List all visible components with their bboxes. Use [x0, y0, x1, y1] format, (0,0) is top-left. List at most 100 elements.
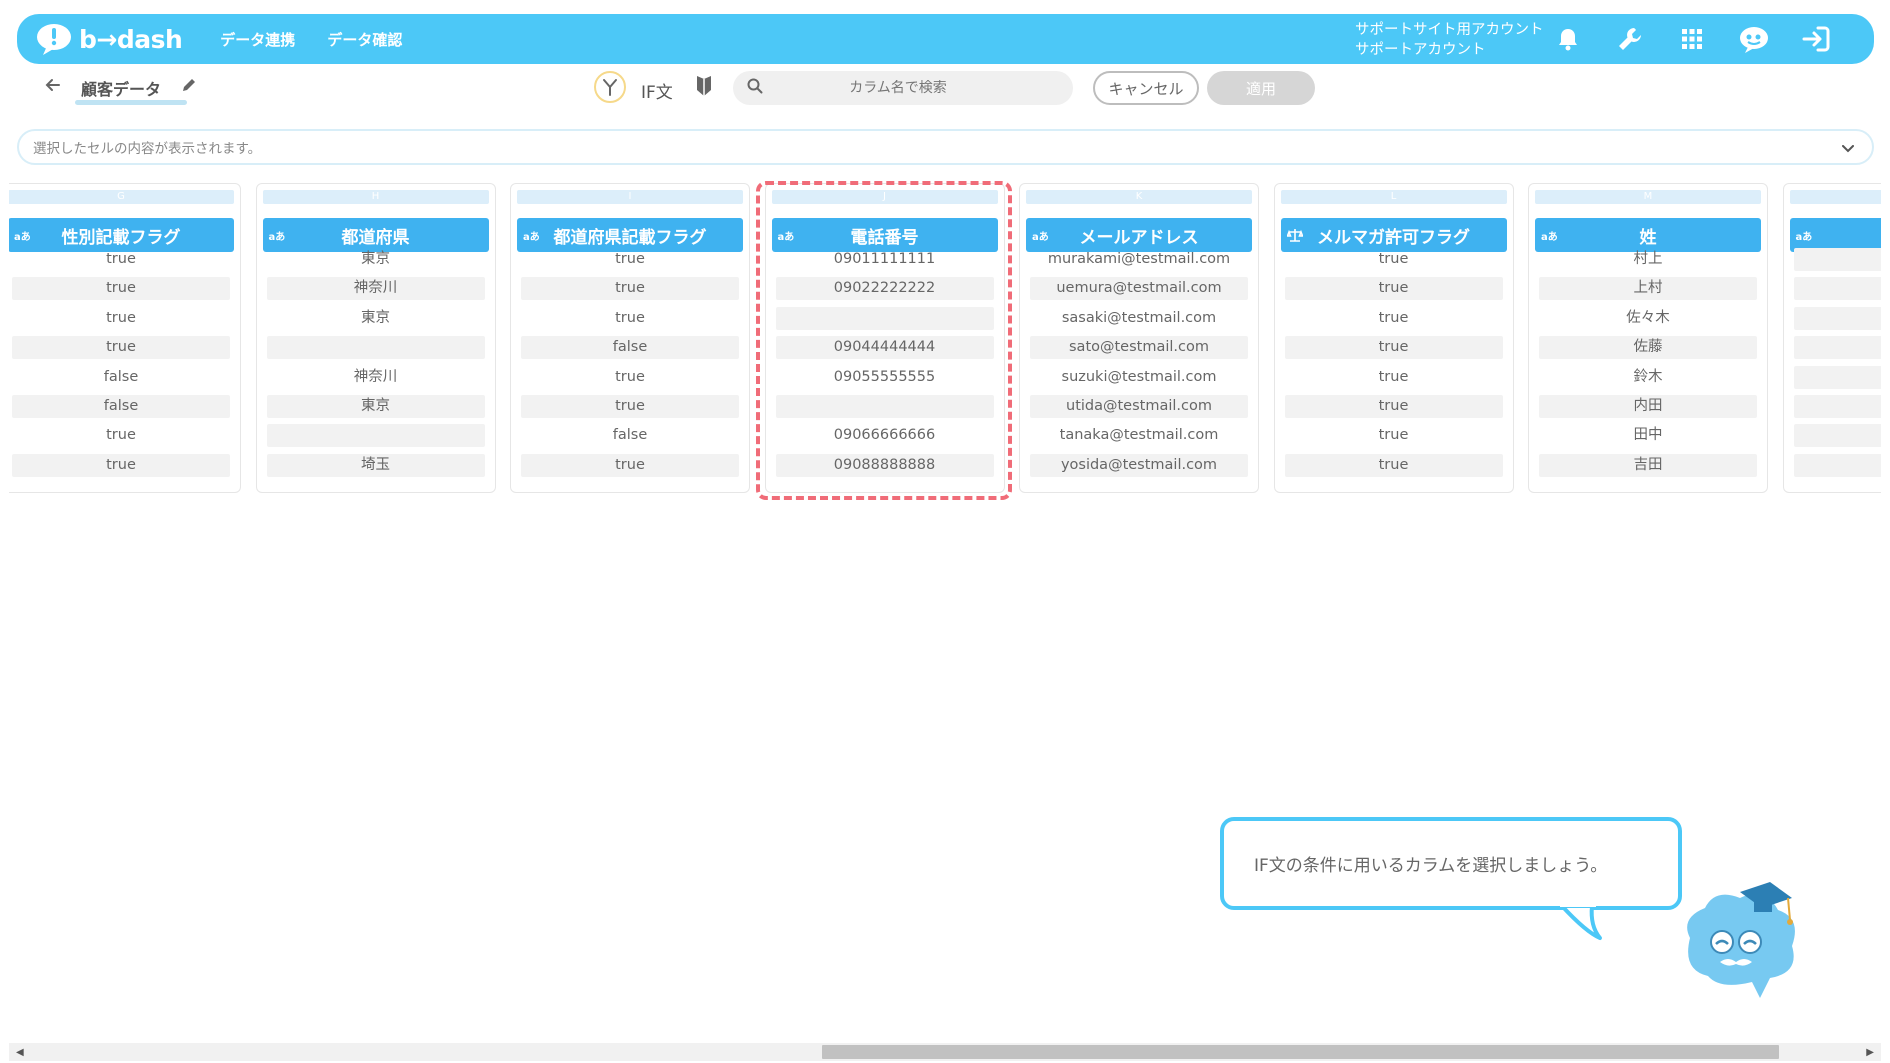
logout-icon[interactable]: [1800, 23, 1832, 55]
table-cell[interactable]: 田中: [1539, 424, 1757, 447]
table-cell[interactable]: [775, 306, 994, 330]
table-cell[interactable]: [775, 395, 994, 418]
search-input[interactable]: [763, 80, 1033, 96]
apps-grid-icon[interactable]: [1676, 23, 1708, 55]
column-header[interactable]: aあ 姓: [1535, 218, 1761, 252]
table-cell[interactable]: 09044444444: [775, 336, 994, 360]
column-header[interactable]: aあ メールアドレス: [1026, 218, 1252, 252]
table-cell[interactable]: 佐々木: [1539, 307, 1757, 330]
branch-icon[interactable]: [594, 71, 626, 103]
table-cell[interactable]: uemura@testmail.com: [1030, 277, 1248, 301]
table-cell[interactable]: false: [12, 366, 230, 389]
table-cell[interactable]: [1793, 248, 1881, 271]
cell-content-bar[interactable]: 選択したセルの内容が表示されます。: [17, 129, 1874, 165]
table-cell[interactable]: 上村: [1539, 277, 1757, 301]
column-header[interactable]: aあ: [1789, 218, 1881, 252]
table-cell[interactable]: true: [12, 277, 230, 301]
table-cell[interactable]: 09066666666: [776, 424, 994, 447]
scrollbar-thumb[interactable]: [822, 1045, 1779, 1059]
table-cell[interactable]: true: [1285, 307, 1503, 330]
chevron-down-icon[interactable]: [1842, 138, 1854, 157]
table-cell[interactable]: tanaka@testmail.com: [1030, 424, 1248, 447]
table-cell[interactable]: [1793, 306, 1881, 330]
table-cell[interactable]: true: [521, 277, 739, 301]
wrench-icon[interactable]: [1614, 23, 1646, 55]
table-cell[interactable]: [1793, 395, 1881, 418]
column-header[interactable]: aあ 都道府県記載フラグ: [517, 218, 743, 252]
table-cell[interactable]: sato@testmail.com: [1030, 336, 1248, 360]
pencil-icon[interactable]: [181, 77, 197, 97]
back-arrow-icon[interactable]: [45, 77, 61, 97]
table-cell[interactable]: false: [521, 336, 739, 360]
table-cell[interactable]: 09088888888: [775, 453, 994, 477]
table-cell[interactable]: 佐藤: [1539, 336, 1757, 360]
table-cell[interactable]: true: [521, 453, 739, 477]
table-cell[interactable]: 埼玉: [266, 453, 485, 477]
table-cell[interactable]: true: [12, 336, 230, 360]
column-header[interactable]: aあ 電話番号: [771, 218, 998, 252]
table-cell[interactable]: sasaki@testmail.com: [1030, 307, 1248, 330]
table-cell[interactable]: true: [1285, 366, 1503, 389]
account-info[interactable]: サポートサイト用アカウント サポートアカウント: [1355, 20, 1544, 60]
bell-icon[interactable]: [1552, 23, 1584, 55]
beginner-mark-icon[interactable]: [695, 75, 713, 101]
table-cell[interactable]: [1793, 453, 1881, 477]
support-chat-icon[interactable]: [1738, 23, 1770, 55]
table-cell[interactable]: 東京: [266, 395, 485, 418]
column-header[interactable]: aあ 都道府県: [262, 218, 489, 252]
table-cell[interactable]: true: [521, 395, 739, 418]
table-cell[interactable]: 09011111111: [776, 248, 994, 271]
table-cell[interactable]: [1793, 277, 1881, 301]
table-cell[interactable]: [1793, 424, 1881, 448]
table-cell[interactable]: true: [521, 307, 739, 330]
apply-button[interactable]: 適用: [1207, 71, 1315, 105]
nav-data-check[interactable]: データ確認: [327, 29, 402, 50]
scroll-right-icon[interactable]: ▶: [1866, 1047, 1874, 1058]
table-cell[interactable]: yosida@testmail.com: [1030, 453, 1248, 477]
table-cell[interactable]: false: [12, 395, 230, 418]
horizontal-scrollbar[interactable]: ◀ ▶: [9, 1043, 1881, 1061]
table-cell[interactable]: 吉田: [1539, 453, 1757, 477]
table-cell[interactable]: false: [521, 424, 739, 447]
table-cell[interactable]: true: [521, 366, 739, 389]
column-h: Haあ 都道府県 東京 神奈川 東京 神奈川 東京 埼玉: [255, 183, 496, 493]
search-icon: [747, 78, 763, 98]
column-header[interactable]: aあ 性別記載フラグ: [9, 218, 234, 252]
table-cell[interactable]: 神奈川: [267, 366, 485, 389]
table-cell[interactable]: [1793, 365, 1881, 389]
table-cell[interactable]: utida@testmail.com: [1030, 395, 1248, 418]
table-cell[interactable]: 東京: [267, 248, 485, 271]
text-type-icon: aあ: [1541, 231, 1558, 243]
table-cell[interactable]: true: [1285, 248, 1503, 271]
table-cell[interactable]: true: [12, 307, 230, 330]
table-cell[interactable]: 村上: [1539, 248, 1757, 271]
table-cell[interactable]: true: [12, 424, 230, 447]
cancel-button[interactable]: キャンセル: [1093, 71, 1199, 105]
table-cell[interactable]: 鈴木: [1539, 366, 1757, 389]
table-cell[interactable]: [266, 336, 485, 360]
table-cell[interactable]: true: [12, 453, 230, 477]
table-cell[interactable]: true: [521, 248, 739, 271]
nav-data-integration[interactable]: データ連携: [220, 29, 295, 50]
table-cell[interactable]: murakami@testmail.com: [1030, 248, 1248, 271]
table-cell[interactable]: 神奈川: [266, 277, 485, 301]
table-cell[interactable]: [266, 424, 485, 448]
table-cell[interactable]: true: [1284, 277, 1503, 301]
table-cell[interactable]: suzuki@testmail.com: [1030, 366, 1248, 389]
table-cell[interactable]: true: [1284, 453, 1503, 477]
column-header[interactable]: メルマガ許可フラグ: [1280, 218, 1507, 252]
table-cell[interactable]: true: [1285, 424, 1503, 447]
table-cell[interactable]: true: [1284, 336, 1503, 360]
table-cell[interactable]: 09022222222: [775, 277, 994, 301]
scroll-left-icon[interactable]: ◀: [16, 1047, 24, 1058]
table-cell[interactable]: true: [12, 248, 230, 271]
table-cell[interactable]: [1793, 336, 1881, 360]
column-search[interactable]: [733, 71, 1073, 105]
table-cell[interactable]: 東京: [267, 307, 485, 330]
table-cell[interactable]: 内田: [1539, 395, 1757, 418]
table-cell[interactable]: true: [1284, 395, 1503, 418]
table-cell[interactable]: 09055555555: [776, 366, 994, 389]
if-statement-label: IF文: [641, 83, 673, 103]
text-type-icon: aあ: [1032, 231, 1049, 243]
brand-logo[interactable]: b→dash: [35, 22, 183, 56]
